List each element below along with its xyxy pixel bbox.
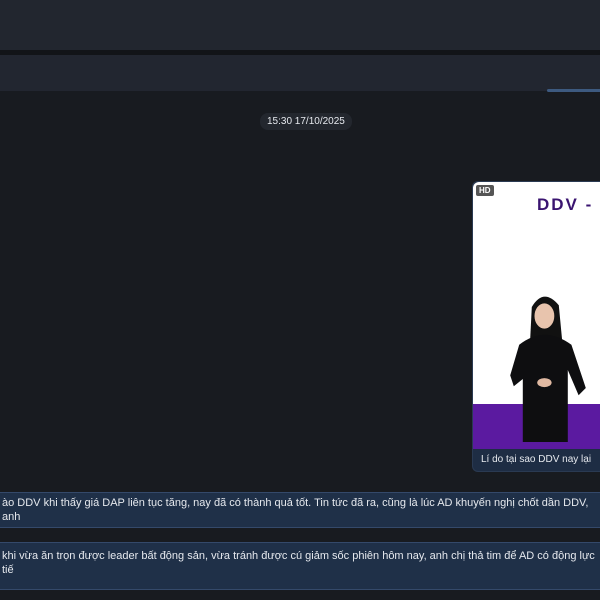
- video-card[interactable]: HD DDV - Lí do tại sao DDV nay lại: [472, 181, 600, 472]
- message-text: ào DDV khi thấy giá DAP liên tục tăng, n…: [2, 497, 589, 523]
- video-caption: Lí do tại sao DDV nay lại: [481, 454, 592, 465]
- presenter-image: [510, 296, 586, 442]
- message-text: khi vừa ăn trọn được leader bất động sản…: [2, 550, 595, 576]
- message-bubble: ào DDV khi thấy giá DAP liên tục tăng, n…: [0, 492, 600, 528]
- timestamp-pill: 15:30 17/10/2025: [260, 113, 352, 130]
- top-bar: [0, 0, 600, 50]
- video-thumbnail[interactable]: HD DDV -: [473, 182, 600, 449]
- hd-badge: HD: [476, 185, 494, 196]
- video-title: DDV -: [537, 195, 594, 214]
- accent-line: [547, 89, 600, 92]
- chat-header: [0, 55, 600, 91]
- message-bubble: khi vừa ăn trọn được leader bất động sản…: [0, 542, 600, 590]
